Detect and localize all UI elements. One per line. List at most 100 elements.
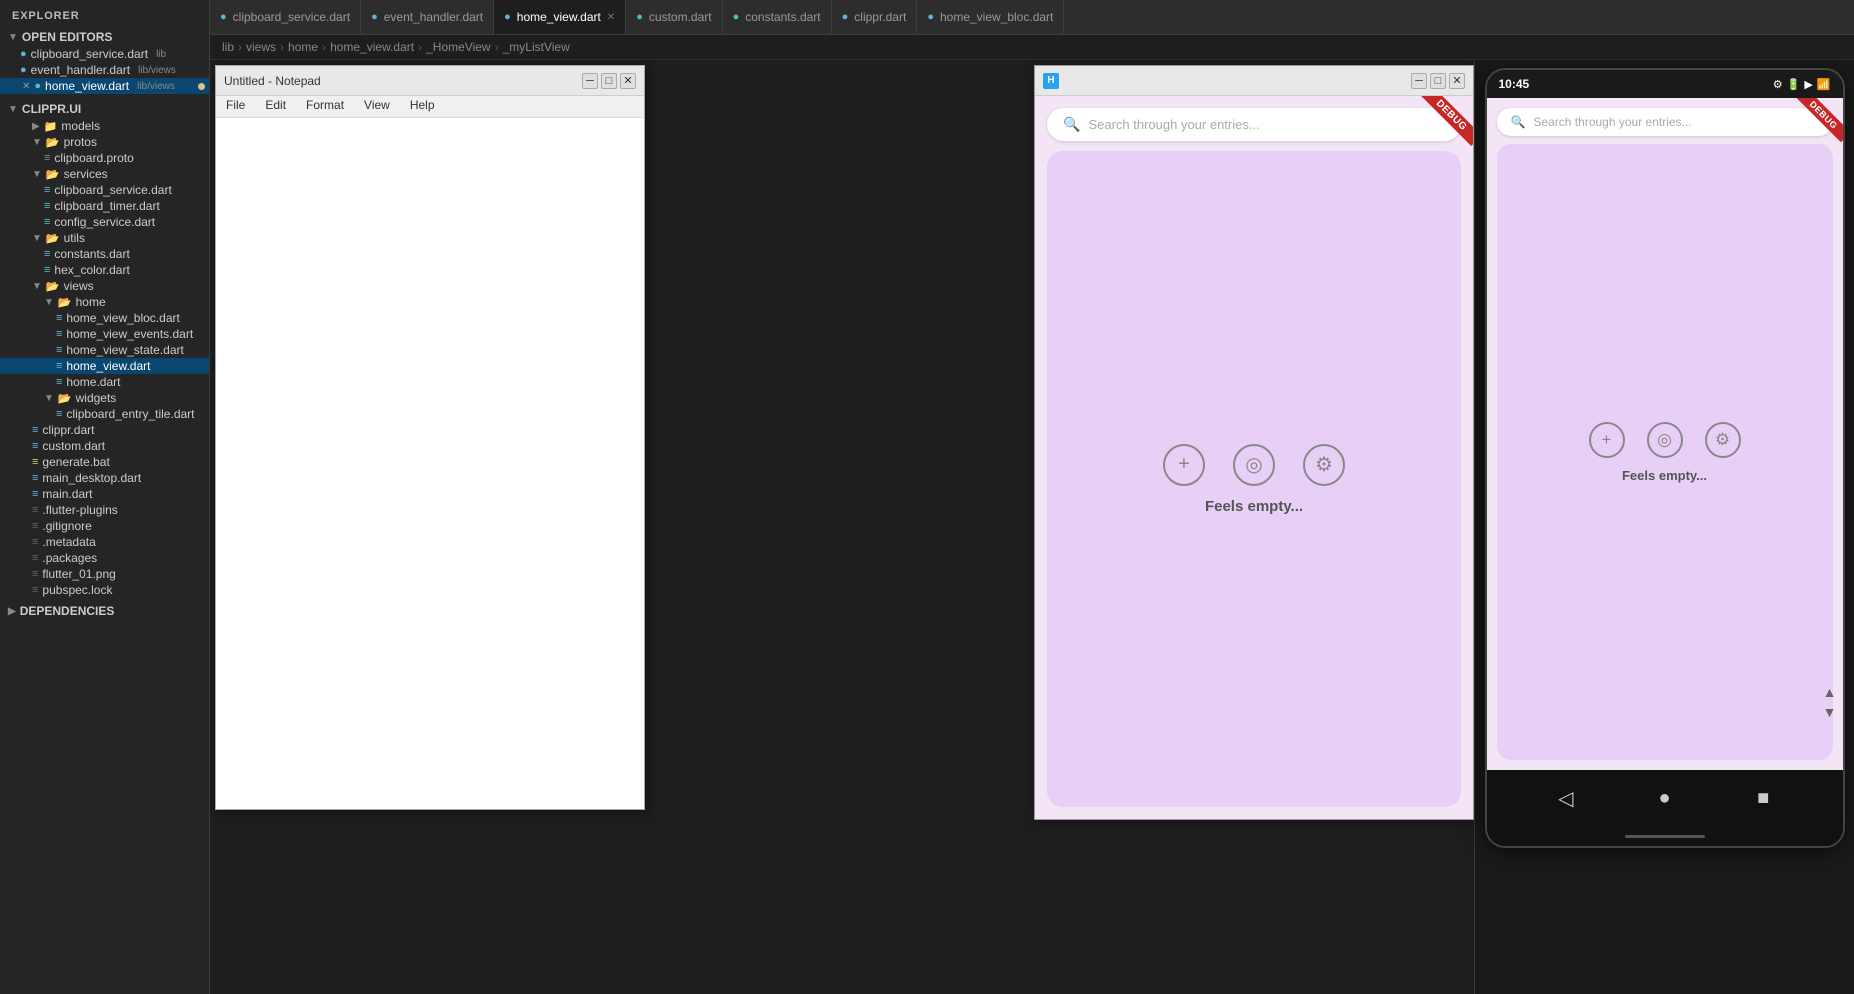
dart-icon: ≡ xyxy=(56,328,62,340)
file-icon: ≡ xyxy=(32,520,38,532)
close-button[interactable]: ✕ xyxy=(620,73,636,89)
home-button[interactable]: ● xyxy=(1646,780,1682,816)
tree-gitignore[interactable]: ≡ .gitignore xyxy=(0,518,209,534)
close-editor-icon[interactable]: ✕ xyxy=(22,81,30,92)
tree-clippr-dart[interactable]: ≡ clippr.dart xyxy=(0,422,209,438)
scroll-up-arrow[interactable]: ▲ xyxy=(1823,684,1837,700)
tree-views[interactable]: ▼ 📂 views xyxy=(0,278,209,294)
breadcrumb: lib › views › home › home_view.dart › _H… xyxy=(210,35,1854,60)
dart-icon: ≡ xyxy=(56,408,62,420)
open-editors-section[interactable]: ▼ OPEN EDITORS xyxy=(0,28,209,46)
breadcrumb-mylistview[interactable]: _myListView xyxy=(503,40,570,54)
clippr-ui-section[interactable]: ▼ CLIPPR.UI xyxy=(0,100,209,118)
tree-home-view-state[interactable]: ≡ home_view_state.dart xyxy=(0,342,209,358)
dart-icon: ≡ xyxy=(44,264,50,276)
battery-icon: 🔋 xyxy=(1787,78,1801,91)
tab-custom[interactable]: ● custom.dart xyxy=(626,0,722,34)
tree-home-view-bloc[interactable]: ≡ home_view_bloc.dart xyxy=(0,310,209,326)
open-editor-home-view[interactable]: ✕ ● home_view.dart lib/views xyxy=(0,78,209,94)
recents-button[interactable]: ■ xyxy=(1745,780,1781,816)
open-editor-clipboard-service[interactable]: ● clipboard_service.dart lib xyxy=(0,46,209,62)
tree-custom-dart[interactable]: ≡ custom.dart xyxy=(0,438,209,454)
dart-icon: ≡ xyxy=(32,440,38,452)
tree-main-dart[interactable]: ≡ main.dart xyxy=(0,486,209,502)
tree-home-view-dart[interactable]: ≡ home_view.dart xyxy=(0,358,209,374)
breadcrumb-views[interactable]: views xyxy=(246,40,276,54)
tab-clippr[interactable]: ● clippr.dart xyxy=(832,0,918,34)
menu-format[interactable]: Format xyxy=(296,96,354,117)
phone-search-placeholder: Search through your entries... xyxy=(1533,115,1691,129)
tab-event-handler[interactable]: ● event_handler.dart xyxy=(361,0,494,34)
tree-hex-color[interactable]: ≡ hex_color.dart xyxy=(0,262,209,278)
maximize-button[interactable]: □ xyxy=(601,73,617,89)
menu-edit[interactable]: Edit xyxy=(255,96,296,117)
tree-generate-bat[interactable]: ≡ generate.bat xyxy=(0,454,209,470)
tree-protos[interactable]: ▼ 📂 protos xyxy=(0,134,209,150)
back-button[interactable]: ◁ xyxy=(1548,780,1584,816)
tab-home-view-bloc[interactable]: ● home_view_bloc.dart xyxy=(917,0,1064,34)
breadcrumb-home[interactable]: home xyxy=(288,40,318,54)
tab-bar: ● clipboard_service.dart ● event_handler… xyxy=(210,0,1854,35)
tree-home-dart[interactable]: ≡ home.dart xyxy=(0,374,209,390)
phone-empty-state: + ◎ ⚙ Feels empty... xyxy=(1497,144,1833,760)
breadcrumb-homeview[interactable]: _HomeView xyxy=(426,40,490,54)
file-icon: ≡ xyxy=(32,584,38,596)
main-area: ● clipboard_service.dart ● event_handler… xyxy=(210,0,1854,994)
tree-home-folder[interactable]: ▼ 📂 home xyxy=(0,294,209,310)
folder-label: widgets xyxy=(76,391,117,405)
dart-icon: ≡ xyxy=(32,424,38,436)
scroll-down-arrow[interactable]: ▼ xyxy=(1823,704,1837,720)
dart-icon: ≡ xyxy=(44,248,50,260)
breadcrumb-filename[interactable]: home_view.dart xyxy=(330,40,414,54)
flutter-search-bar[interactable]: 🔍 Search through your entries... xyxy=(1047,108,1461,141)
tree-packages[interactable]: ≡ .packages xyxy=(0,550,209,566)
menu-file[interactable]: File xyxy=(216,96,255,117)
file-label: home.dart xyxy=(66,375,120,389)
tree-flutter-png[interactable]: ≡ flutter_01.png xyxy=(0,566,209,582)
tree-utils[interactable]: ▼ 📂 utils xyxy=(0,230,209,246)
open-editors-label: OPEN EDITORS xyxy=(22,30,112,44)
breadcrumb-sep: › xyxy=(280,40,284,54)
file-label: generate.bat xyxy=(42,455,109,469)
menu-help[interactable]: Help xyxy=(400,96,445,117)
folder-open-icon: 📂 xyxy=(46,168,60,181)
folder-chevron: ▼ xyxy=(32,169,42,180)
clippr-ui-label: CLIPPR.UI xyxy=(22,102,81,116)
open-editor-event-handler[interactable]: ● event_handler.dart lib/views xyxy=(0,62,209,78)
tab-constants[interactable]: ● constants.dart xyxy=(723,0,832,34)
open-editors-chevron: ▼ xyxy=(8,32,18,43)
tab-dart-icon: ● xyxy=(927,11,934,23)
flutter-maximize-button[interactable]: □ xyxy=(1430,73,1446,89)
flutter-minimize-button[interactable]: ─ xyxy=(1411,73,1427,89)
tree-config-service[interactable]: ≡ config_service.dart xyxy=(0,214,209,230)
tree-services[interactable]: ▼ 📂 services xyxy=(0,166,209,182)
tree-main-desktop[interactable]: ≡ main_desktop.dart xyxy=(0,470,209,486)
file-label: clipboard_service.dart xyxy=(54,183,171,197)
tree-pubspec-lock[interactable]: ≡ pubspec.lock xyxy=(0,582,209,598)
tree-widgets[interactable]: ▼ 📂 widgets xyxy=(0,390,209,406)
tree-clipboard-timer[interactable]: ≡ clipboard_timer.dart xyxy=(0,198,209,214)
tree-flutter-plugins[interactable]: ≡ .flutter-plugins xyxy=(0,502,209,518)
tree-clipboard-entry-tile[interactable]: ≡ clipboard_entry_tile.dart xyxy=(0,406,209,422)
tree-home-view-events[interactable]: ≡ home_view_events.dart xyxy=(0,326,209,342)
menu-view[interactable]: View xyxy=(354,96,400,117)
tab-clipboard-service[interactable]: ● clipboard_service.dart xyxy=(210,0,361,34)
location-icon-circle: ◎ xyxy=(1233,444,1275,486)
tab-close-icon[interactable]: ✕ xyxy=(607,12,615,23)
tab-home-view[interactable]: ● home_view.dart ✕ xyxy=(494,0,626,34)
dependencies-section[interactable]: ▶ DEPENDENCIES xyxy=(0,602,209,620)
breadcrumb-lib[interactable]: lib xyxy=(222,40,234,54)
sidebar-title: EXPLORER xyxy=(0,0,209,28)
tree-models[interactable]: ▶ 📁 models xyxy=(0,118,209,134)
tree-clipboard-proto[interactable]: ≡ clipboard.proto xyxy=(0,150,209,166)
tab-dart-icon: ● xyxy=(371,11,378,23)
flutter-close-button[interactable]: ✕ xyxy=(1449,73,1465,89)
tree-clipboard-service[interactable]: ≡ clipboard_service.dart xyxy=(0,182,209,198)
tree-constants[interactable]: ≡ constants.dart xyxy=(0,246,209,262)
flutter-title-icon: H xyxy=(1043,73,1059,89)
minimize-button[interactable]: ─ xyxy=(582,73,598,89)
notepad-content[interactable] xyxy=(216,118,644,809)
phone-search-bar[interactable]: 🔍 Search through your entries... xyxy=(1497,108,1833,136)
tree-metadata[interactable]: ≡ .metadata xyxy=(0,534,209,550)
wifi-icon: ▶ xyxy=(1804,78,1812,91)
